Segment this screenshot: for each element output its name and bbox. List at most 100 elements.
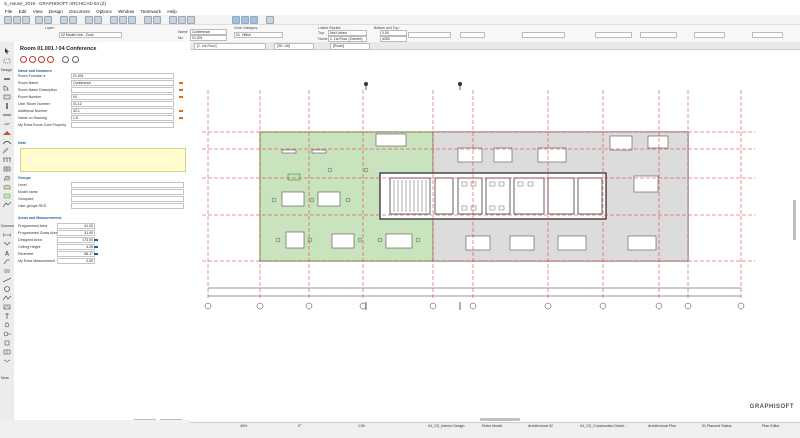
menu-options[interactable]: Options (96, 8, 112, 15)
menu-view[interactable]: View (33, 8, 43, 15)
scale-readout[interactable]: 1:50 (358, 424, 365, 428)
menu-teamwork[interactable]: Teamwork (141, 8, 162, 15)
shell-tool-icon[interactable] (2, 139, 12, 145)
extra-room-property-field[interactable] (71, 122, 174, 128)
programmed-area-field[interactable]: 41.00 (57, 223, 95, 229)
snap-icon[interactable] (241, 16, 249, 24)
fill-tool-icon[interactable] (3, 268, 11, 274)
designed-area-field[interactable]: 173.00 (57, 237, 95, 243)
section-icon[interactable] (128, 16, 136, 24)
name-on-drawing-field[interactable]: 1.5 (71, 115, 174, 121)
open-icon[interactable] (13, 16, 21, 24)
zone-pen-field[interactable] (460, 32, 485, 38)
extra-measurement-field[interactable]: 0.00 (57, 258, 95, 264)
label-tool-icon[interactable] (3, 259, 11, 265)
text-tool-icon[interactable]: A (3, 250, 11, 258)
favorites-icon[interactable] (29, 56, 36, 63)
menu-document[interactable]: Document (69, 8, 90, 15)
mesh-tool-icon[interactable] (2, 201, 12, 208)
room-number-field[interactable]: 04 (71, 94, 174, 100)
magic-wand-icon[interactable] (232, 16, 240, 24)
pen-set[interactable]: Architectural 02 (528, 424, 553, 428)
dimension-tool-icon[interactable] (2, 232, 12, 238)
teamwork-icon[interactable] (153, 16, 161, 24)
marquee-icon[interactable] (69, 16, 77, 24)
morph-tool-icon[interactable] (3, 175, 11, 181)
zoom-readout[interactable]: 40% (240, 424, 247, 428)
curtain-wall-tool-icon[interactable] (3, 166, 11, 172)
new-icon[interactable] (4, 16, 12, 24)
door-tool-icon[interactable] (3, 85, 11, 91)
arrow-tool-icon[interactable] (60, 16, 68, 24)
column-tool-icon[interactable] (3, 103, 11, 109)
room-name-field[interactable]: Conference (71, 80, 174, 86)
zone-icon[interactable] (20, 56, 27, 63)
save-icon[interactable] (22, 16, 30, 24)
pen-set-icon[interactable] (178, 16, 186, 24)
grid-snap-icon[interactable] (266, 16, 274, 24)
floor-plan-icon[interactable] (119, 16, 127, 24)
wall-tool-icon[interactable] (3, 76, 11, 82)
guide-icon[interactable] (250, 16, 258, 24)
zoom-out-icon[interactable] (94, 16, 102, 24)
room-name-description-field[interactable] (71, 87, 174, 93)
undo-icon[interactable] (35, 16, 43, 24)
menu-edit[interactable]: Edit (19, 8, 27, 15)
tab-1st-floor[interactable]: [1. 1st Floor] (194, 43, 266, 50)
layer-combination[interactable]: 04_CD_Interior Design (428, 424, 465, 428)
zoom-in-icon[interactable] (85, 16, 93, 24)
line-tool-icon[interactable] (2, 277, 12, 283)
trace-icon[interactable] (187, 16, 195, 24)
section-tool-icon[interactable] (3, 313, 11, 319)
zone-stamp-field[interactable] (522, 32, 565, 38)
renovation-filter[interactable]: 01 Planned Status (702, 424, 731, 428)
menu-window[interactable]: Window (118, 8, 134, 15)
elevation-tool-icon[interactable] (3, 322, 11, 328)
render-icon[interactable] (144, 16, 152, 24)
fill-contour-field[interactable] (595, 32, 632, 38)
roof-tool-icon[interactable] (3, 130, 11, 136)
railing-tool-icon[interactable] (3, 157, 11, 163)
cover-fill-field[interactable] (694, 32, 725, 38)
model-name-select[interactable] (71, 189, 184, 195)
inject-icon[interactable] (47, 56, 54, 63)
additional-number-field[interactable]: 32.1 (71, 108, 174, 114)
level-select[interactable] (71, 182, 184, 188)
polyline-tool-icon[interactable] (2, 295, 12, 301)
menu-file[interactable]: File (5, 8, 12, 15)
detail-tool-icon[interactable] (3, 331, 11, 337)
layer-select[interactable]: 02 Model Unit - Zone (59, 32, 122, 38)
note-textarea[interactable] (20, 148, 186, 172)
zone-outline-field[interactable] (408, 32, 451, 38)
level-dimension-tool-icon[interactable] (3, 241, 11, 247)
zone-tool-icon[interactable] (3, 193, 11, 199)
marquee-tool-icon[interactable] (3, 58, 11, 64)
worksheet-tool-icon[interactable] (3, 340, 11, 346)
ceiling-height-field[interactable]: 4.25 (57, 244, 95, 250)
arc-tool-icon[interactable] (3, 286, 11, 292)
slab-tool-icon[interactable] (3, 121, 11, 127)
arrow-tool-icon[interactable] (3, 48, 11, 54)
help-icon[interactable] (72, 56, 79, 63)
user-groups-select[interactable] (71, 203, 184, 209)
menu-design[interactable]: Design (49, 8, 63, 15)
structure-display[interactable]: Architectural Plan (648, 424, 676, 428)
object-tool-icon[interactable] (3, 184, 11, 190)
user-room-number-field[interactable]: 01.12 (71, 101, 174, 107)
model-view[interactable]: Entire Model (482, 424, 502, 428)
zone-category-select[interactable]: 01. Office (234, 32, 283, 38)
angle-readout[interactable]: 0° (298, 424, 301, 428)
plan-mode[interactable]: Plan Editor (762, 424, 780, 428)
occupant-select[interactable] (71, 196, 184, 202)
menu-help[interactable]: Help (167, 8, 176, 15)
settings-icon[interactable] (62, 56, 69, 63)
model-view-options[interactable]: 04_CD_Construction Detail... (580, 424, 627, 428)
programmed-gross-area-field[interactable]: 41.00 (57, 230, 95, 236)
change-tool-icon[interactable] (3, 358, 11, 364)
room-function-field[interactable]: 01.001 (71, 73, 174, 79)
number-field[interactable]: 01.001 (190, 35, 227, 41)
beam-tool-icon[interactable] (3, 112, 11, 118)
stair-tool-icon[interactable] (2, 147, 11, 154)
floor-plan-drawing[interactable] (190, 50, 800, 422)
interior-elevation-tool-icon[interactable] (3, 349, 11, 355)
